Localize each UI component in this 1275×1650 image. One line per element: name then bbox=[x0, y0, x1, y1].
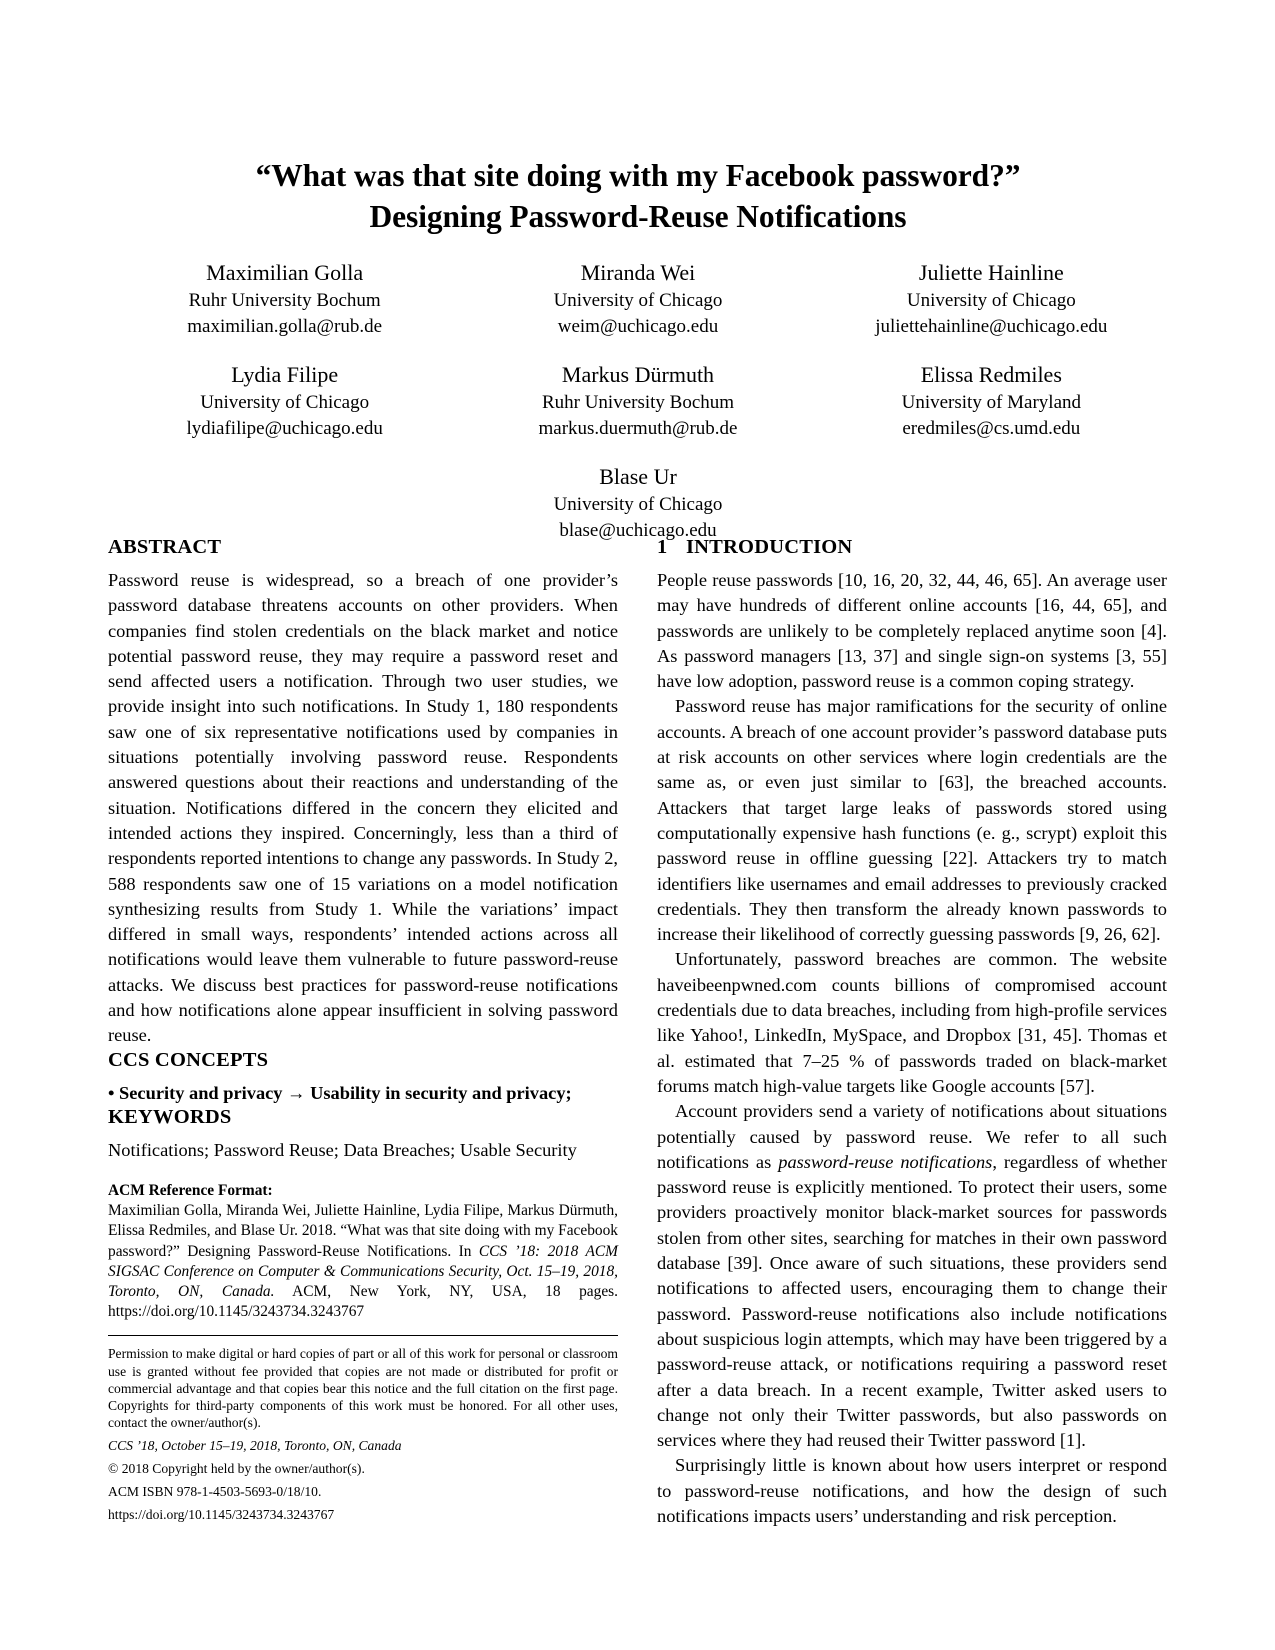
acm-reference-label: ACM Reference Format: bbox=[108, 1182, 273, 1200]
intro-paragraph-5: Surprisingly little is known about how u… bbox=[657, 1455, 1167, 1526]
right-column: 1 INTRODUCTION People reuse passwords [10… bbox=[657, 536, 1167, 1529]
author-entry: Markus Dürmuth Ruhr University Bochum ma… bbox=[461, 360, 814, 442]
author-affiliation: University of Chicago bbox=[553, 494, 723, 515]
author-affiliation: University of Maryland bbox=[901, 392, 1082, 413]
doi-line[interactable]: https://doi.org/10.1145/3243734.3243767 bbox=[108, 1505, 618, 1524]
author-affiliation: Ruhr University Bochum bbox=[541, 392, 735, 413]
author-email[interactable]: weim@uchicago.edu bbox=[461, 314, 814, 340]
author-name: Juliette Hainline bbox=[918, 260, 1064, 285]
keywords-heading: KEYWORDS bbox=[108, 1105, 232, 1128]
ccs-concepts-text: • Security and privacy → Usability in se… bbox=[108, 1082, 572, 1103]
author-email[interactable]: eredmiles@cs.umd.edu bbox=[815, 416, 1168, 442]
body-columns: ABSTRACT Password reuse is widespread, s… bbox=[108, 536, 1168, 1529]
author-entry: Maximilian Golla Ruhr University Bochum … bbox=[108, 258, 461, 340]
author-name: Markus Dürmuth bbox=[561, 362, 715, 387]
isbn-line: ACM ISBN 978-1-4503-5693-0/18/10. bbox=[108, 1483, 322, 1499]
paper-title: “What was that site doing with my Facebo… bbox=[108, 155, 1168, 237]
author-entry: Blase Ur University of Chicago blase@uch… bbox=[461, 462, 814, 544]
title-line-2: Designing Password-Reuse Notifications bbox=[369, 199, 907, 234]
acm-reference-citation: Maximilian Golla, Miranda Wei, Juliette … bbox=[108, 1201, 618, 1322]
copyright-divider bbox=[108, 1335, 618, 1337]
ccs-concepts-heading: CCS CONCEPTS bbox=[108, 1048, 269, 1071]
author-email[interactable]: markus.duermuth@rub.de bbox=[461, 416, 814, 442]
author-row-2: Lydia Filipe University of Chicago lydia… bbox=[108, 360, 1168, 442]
author-entry: Miranda Wei University of Chicago weim@u… bbox=[461, 258, 814, 340]
acm-reference-format: ACM Reference Format: Maximilian Golla, … bbox=[108, 1181, 618, 1322]
permission-text: Permission to make digital or hard copie… bbox=[108, 1346, 618, 1430]
left-column: ABSTRACT Password reuse is widespread, s… bbox=[108, 536, 618, 1529]
author-email[interactable]: maximilian.golla@rub.de bbox=[108, 314, 461, 340]
author-block: Maximilian Golla Ruhr University Bochum … bbox=[108, 258, 1168, 544]
author-affiliation: Ruhr University Bochum bbox=[188, 290, 381, 311]
keywords-text: Notifications; Password Reuse; Data Brea… bbox=[108, 1139, 577, 1160]
intro-p4-emphasis: password-reuse notifications bbox=[778, 1151, 993, 1172]
author-entry: Elissa Redmiles University of Maryland e… bbox=[815, 360, 1168, 442]
section-title: INTRODUCTION bbox=[686, 536, 853, 558]
author-row-1: Maximilian Golla Ruhr University Bochum … bbox=[108, 258, 1168, 340]
intro-paragraph-2: Password reuse has major ramifications f… bbox=[657, 696, 1167, 945]
title-line-1: “What was that site doing with my Facebo… bbox=[255, 158, 1021, 193]
intro-paragraph-3: Unfortunately, password breaches are com… bbox=[657, 949, 1167, 1096]
author-name: Maximilian Golla bbox=[206, 260, 364, 285]
conference-line: CCS ’18, October 15–19, 2018, Toronto, O… bbox=[108, 1437, 402, 1453]
author-name: Blase Ur bbox=[599, 464, 677, 489]
author-entry: Juliette Hainline University of Chicago … bbox=[815, 258, 1168, 340]
intro-paragraph-4: Account providers send a variety of noti… bbox=[657, 1099, 1167, 1453]
author-name: Miranda Wei bbox=[580, 260, 696, 285]
author-name: Elissa Redmiles bbox=[920, 362, 1062, 387]
paper-page: “What was that site doing with my Facebo… bbox=[0, 0, 1275, 1650]
section-number: 1 bbox=[657, 536, 668, 558]
author-name: Lydia Filipe bbox=[231, 362, 339, 387]
author-email[interactable]: lydiafilipe@uchicago.edu bbox=[108, 416, 461, 442]
author-row-3: Blase Ur University of Chicago blase@uch… bbox=[108, 462, 1168, 544]
abstract-text: Password reuse is widespread, so a breac… bbox=[108, 570, 618, 1046]
author-affiliation: University of Chicago bbox=[200, 392, 370, 413]
author-email[interactable]: juliettehainline@uchicago.edu bbox=[815, 314, 1168, 340]
abstract-heading: ABSTRACT bbox=[108, 536, 222, 558]
author-entry: Lydia Filipe University of Chicago lydia… bbox=[108, 360, 461, 442]
author-affiliation: University of Chicago bbox=[906, 290, 1076, 311]
intro-p4-part2: , regardless of whether password reuse i… bbox=[657, 1151, 1167, 1451]
author-affiliation: University of Chicago bbox=[553, 290, 723, 311]
introduction-heading: 1 INTRODUCTION bbox=[657, 536, 1167, 559]
intro-paragraph-1: People reuse passwords [10, 16, 20, 32, … bbox=[657, 570, 1167, 692]
copyright-line: © 2018 Copyright held by the owner/autho… bbox=[108, 1460, 365, 1476]
